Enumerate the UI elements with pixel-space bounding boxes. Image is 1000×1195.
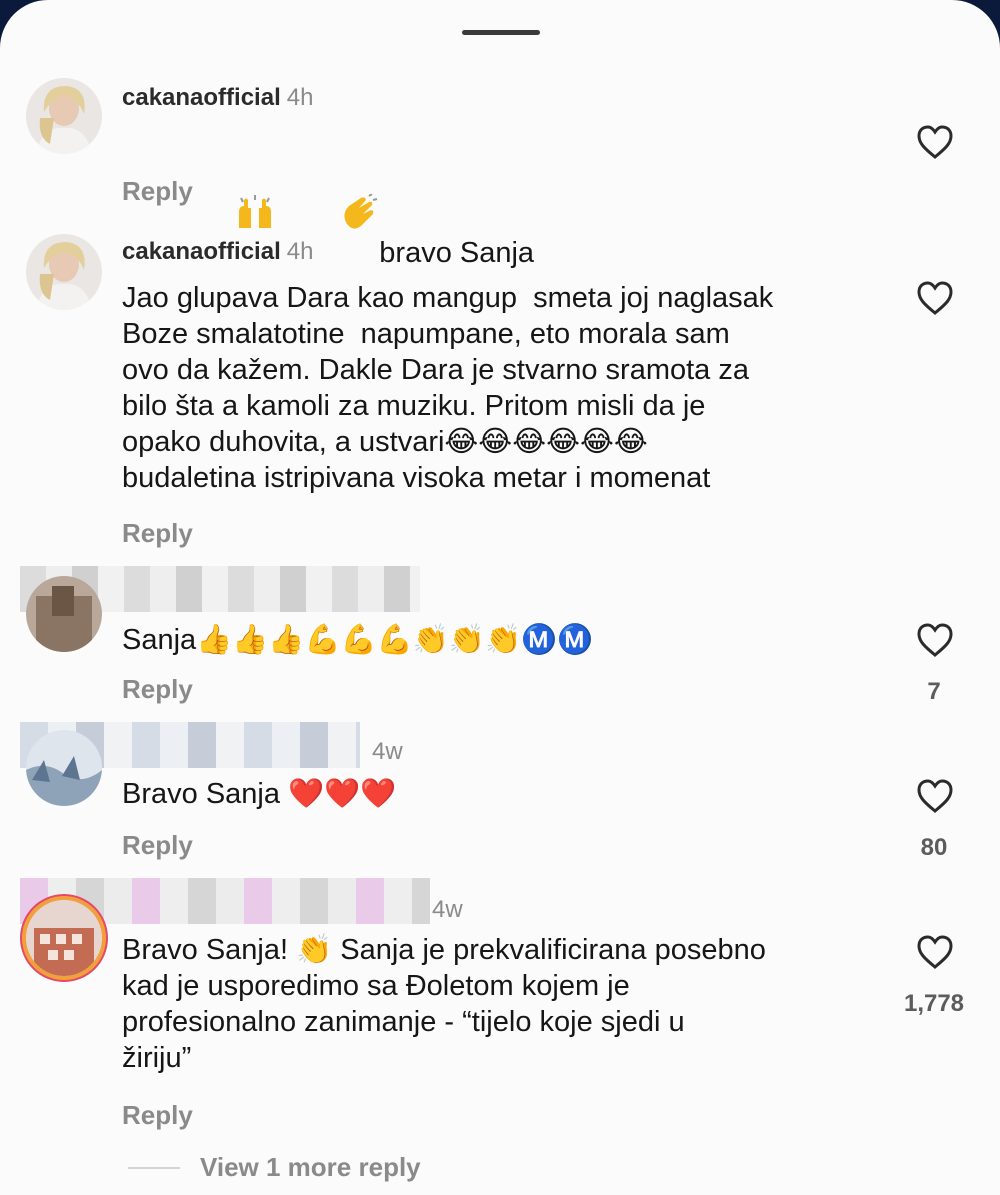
heart-outline-icon[interactable] xyxy=(916,280,954,316)
comment-text: Bravo Sanja ❤️❤️❤️ xyxy=(122,778,397,810)
sheet-drag-handle[interactable] xyxy=(462,30,540,35)
avatar[interactable] xyxy=(26,78,102,154)
comment-time: 4h xyxy=(286,238,314,265)
view-more-replies[interactable]: View 1 more reply xyxy=(128,1152,421,1183)
username-text[interactable]: cakanaofficial xyxy=(122,238,281,265)
reply-button[interactable]: Reply xyxy=(122,830,193,861)
username[interactable]: cakanaofficial 4h xyxy=(122,84,313,112)
divider-line xyxy=(128,1166,180,1169)
comment-time: 4h xyxy=(286,84,314,111)
reply-button[interactable]: Reply xyxy=(122,674,193,705)
heart-outline-icon[interactable] xyxy=(916,124,954,160)
view-more-replies-button[interactable]: View 1 more reply xyxy=(200,1152,421,1183)
avatar[interactable] xyxy=(26,900,102,976)
comment-text: Jao glupava Dara kao mangup smeta joj na… xyxy=(122,282,774,494)
like-count: 1,778 xyxy=(903,990,965,1017)
comment-time: 4w xyxy=(372,738,403,765)
heart-outline-icon[interactable] xyxy=(916,778,954,814)
heart-outline-icon[interactable] xyxy=(916,622,954,658)
comment-text-content: bravo Sanja xyxy=(379,237,535,269)
like-count: 80 xyxy=(920,834,948,861)
comment-text: Sanja👍👍👍💪💪💪👏👏👏Ⓜ️Ⓜ️ xyxy=(122,624,594,656)
reply-button[interactable]: Reply xyxy=(122,176,193,207)
comment-time: 4w xyxy=(432,896,463,923)
username[interactable]: cakanaofficial 4h xyxy=(122,238,313,266)
heart-outline-icon[interactable] xyxy=(916,934,954,970)
reply-button[interactable]: Reply xyxy=(122,518,193,549)
avatar[interactable] xyxy=(26,730,102,806)
avatar[interactable] xyxy=(26,234,102,310)
like-count: 7 xyxy=(927,678,941,705)
avatar[interactable] xyxy=(26,576,102,652)
username-text[interactable]: cakanaofficial xyxy=(122,84,281,111)
reply-button[interactable]: Reply xyxy=(122,1100,193,1131)
comments-sheet: cakanaofficial 4h bravo Sanja Reply caka… xyxy=(0,0,1000,1195)
comment-text: Bravo Sanja! 👏 Sanja je prekvalificirana… xyxy=(122,934,766,1074)
